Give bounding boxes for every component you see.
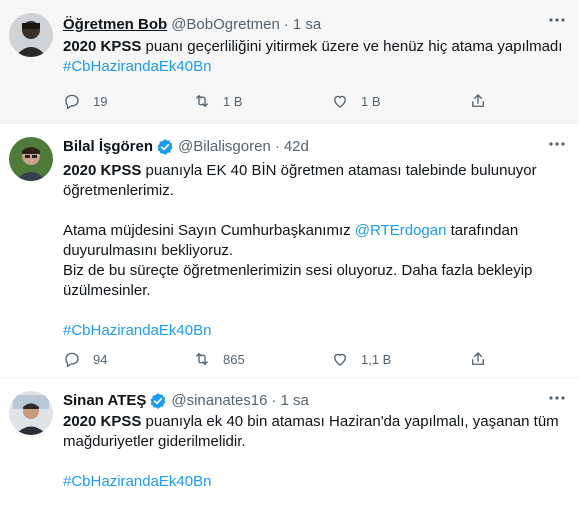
tweet-text-line: Biz de bu süreçte öğretmenlerimizin sesi… (63, 262, 533, 279)
share-icon (472, 94, 484, 107)
tweet-text-body: puanı geçerliliğini yitirmek üzere ve he… (141, 38, 563, 55)
like-button[interactable]: 1,1 B (331, 350, 391, 368)
timestamp[interactable]: 1 sa (293, 15, 321, 35)
retweet-button[interactable]: 865 (193, 350, 245, 368)
author-name[interactable]: Öğretmen Bob (63, 15, 167, 35)
tweet-text-bold: 2020 KPSS (63, 162, 142, 179)
reply-button[interactable]: 94 (63, 350, 107, 368)
tweet-text: 2020 KPSS puanıyla EK 40 BİN öğretmen at… (63, 161, 563, 341)
share-icon (472, 352, 484, 365)
hashtag-link[interactable]: #CbHazirandaEk40Bn (63, 322, 211, 339)
separator-dot: · (283, 16, 289, 33)
retweet-count: 1 B (223, 93, 243, 109)
tweet-text-line: Atama müjdesini Sayın Cumhurbaşkanımız (63, 222, 355, 239)
tweet-text-line: öğretmenlerimiz. (63, 182, 174, 199)
more-icon[interactable] (547, 10, 567, 30)
verified-badge-icon (156, 138, 174, 156)
separator-dot: · (271, 392, 277, 409)
tweet-text-line: puanıyla EK 40 BİN öğretmen ataması tale… (141, 162, 537, 179)
avatar[interactable] (9, 13, 53, 57)
hashtag-link[interactable]: #CbHazirandaEk40Bn (63, 473, 211, 490)
tweet-text-bold: 2020 KPSS (63, 38, 142, 55)
author-handle[interactable]: @sinanates16 (171, 391, 267, 411)
separator-dot: · (274, 138, 280, 155)
more-icon[interactable] (547, 134, 567, 154)
author-handle[interactable]: @BobOgretmen (171, 15, 280, 35)
tweet-2[interactable]: Bilal İşgören @Bilalisgoren · 42d 2020 K… (0, 124, 579, 378)
reply-count: 94 (93, 351, 108, 367)
tweet-text-line: mağduriyetler giderilmelidir. (63, 433, 246, 450)
mention-link[interactable]: @RTErdogan (355, 222, 447, 239)
verified-badge-icon (149, 392, 167, 410)
more-icon[interactable] (547, 388, 567, 408)
like-count: 1 B (361, 93, 381, 109)
tweet-text: 2020 KPSS puanıyla ek 40 bin ataması Haz… (63, 412, 563, 492)
reply-button[interactable]: 19 (63, 92, 107, 110)
hashtag-link[interactable]: #CbHazirandaEk40Bn (63, 58, 211, 75)
timestamp[interactable]: 42d (284, 137, 309, 157)
tweet-1[interactable]: Öğretmen Bob @BobOgretmen · 1 sa 2020 KP… (0, 0, 579, 124)
tweet-text-line: üzülmesinler. (63, 282, 151, 299)
retweet-icon (196, 95, 208, 107)
tweet-3[interactable]: Sinan ATEŞ @sinanates16 · 1 sa 2020 KPSS… (0, 378, 579, 505)
like-count: 1,1 B (361, 351, 392, 367)
timestamp[interactable]: 1 sa (280, 391, 308, 411)
reply-icon (65, 352, 79, 368)
tweet-text-line: puanıyla ek 40 bin ataması Haziran'da ya… (141, 413, 559, 430)
tweet-text-bold: 2020 KPSS (63, 413, 142, 430)
like-button[interactable]: 1 B (331, 92, 381, 110)
share-button[interactable] (469, 92, 487, 110)
author-name[interactable]: Bilal İşgören (63, 137, 153, 157)
heart-icon (334, 95, 346, 108)
tweet-text-line: tarafından (446, 222, 519, 239)
retweet-icon (196, 353, 208, 365)
reply-count: 19 (93, 93, 108, 109)
reply-icon (65, 94, 79, 110)
avatar[interactable] (9, 137, 53, 181)
retweet-count: 865 (223, 351, 245, 367)
author-name[interactable]: Sinan ATEŞ (63, 391, 146, 411)
share-button[interactable] (469, 350, 487, 368)
tweet-text: 2020 KPSS puanı geçerliliğini yitirmek ü… (63, 37, 563, 77)
avatar[interactable] (9, 391, 53, 435)
retweet-button[interactable]: 1 B (193, 92, 243, 110)
heart-icon (334, 353, 346, 366)
tweet-text-line: duyurulmasını bekliyoruz. (63, 242, 234, 259)
author-handle[interactable]: @Bilalisgoren (178, 137, 271, 157)
